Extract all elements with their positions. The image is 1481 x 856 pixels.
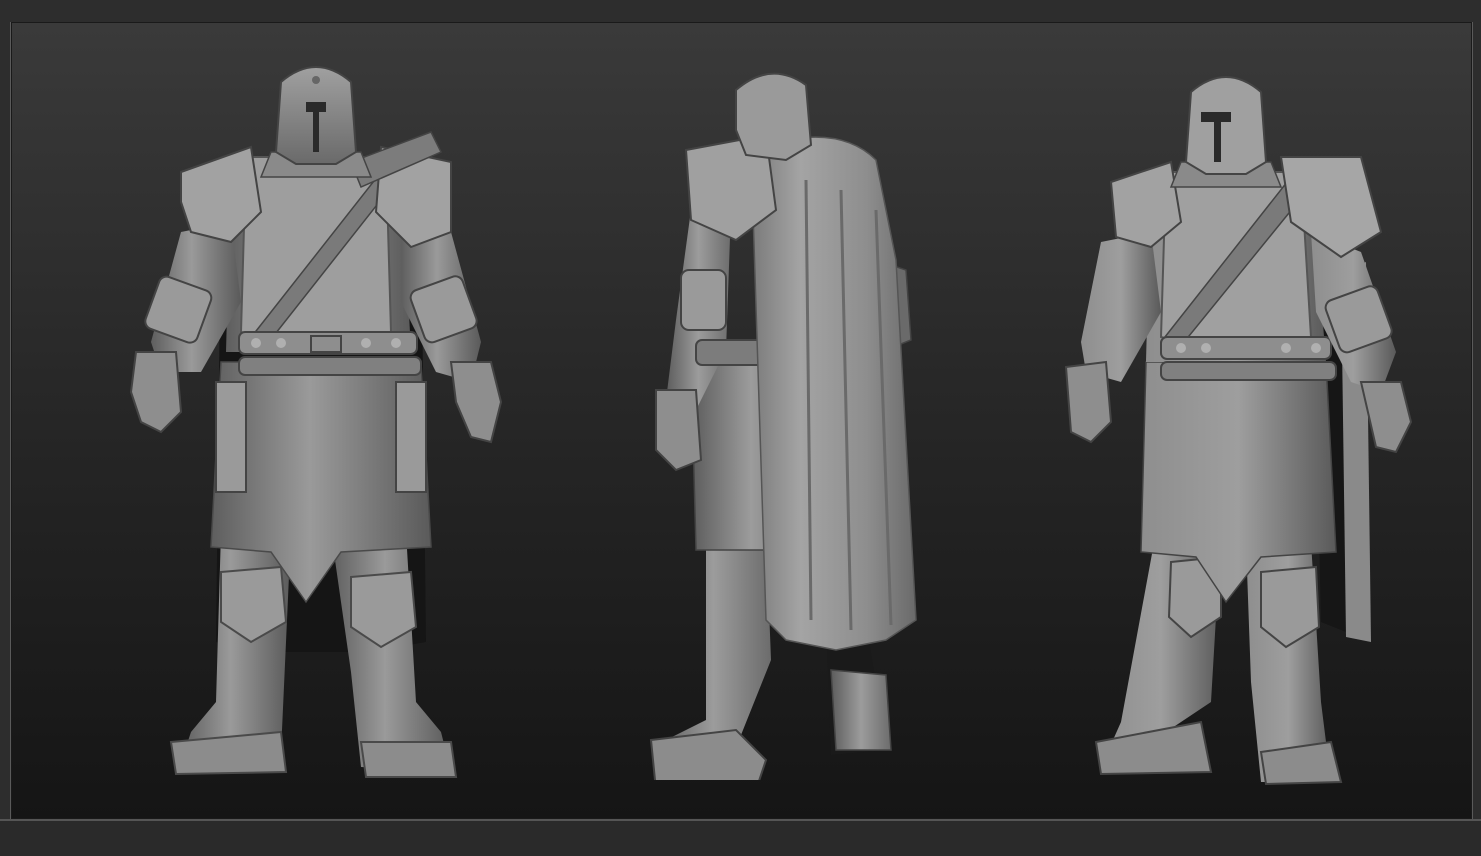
bottom-bar [0, 821, 1481, 856]
3d-viewport[interactable] [10, 22, 1473, 819]
render-window [0, 0, 1481, 856]
knight-back-view [636, 60, 936, 780]
knight-three-quarter-view [1061, 62, 1421, 792]
knight-sculpt-front-icon [129, 66, 503, 778]
knight-front-view [121, 52, 511, 782]
knight-sculpt-three-quarter-icon [1064, 76, 1413, 786]
knight-sculpt-back-icon [649, 72, 917, 780]
